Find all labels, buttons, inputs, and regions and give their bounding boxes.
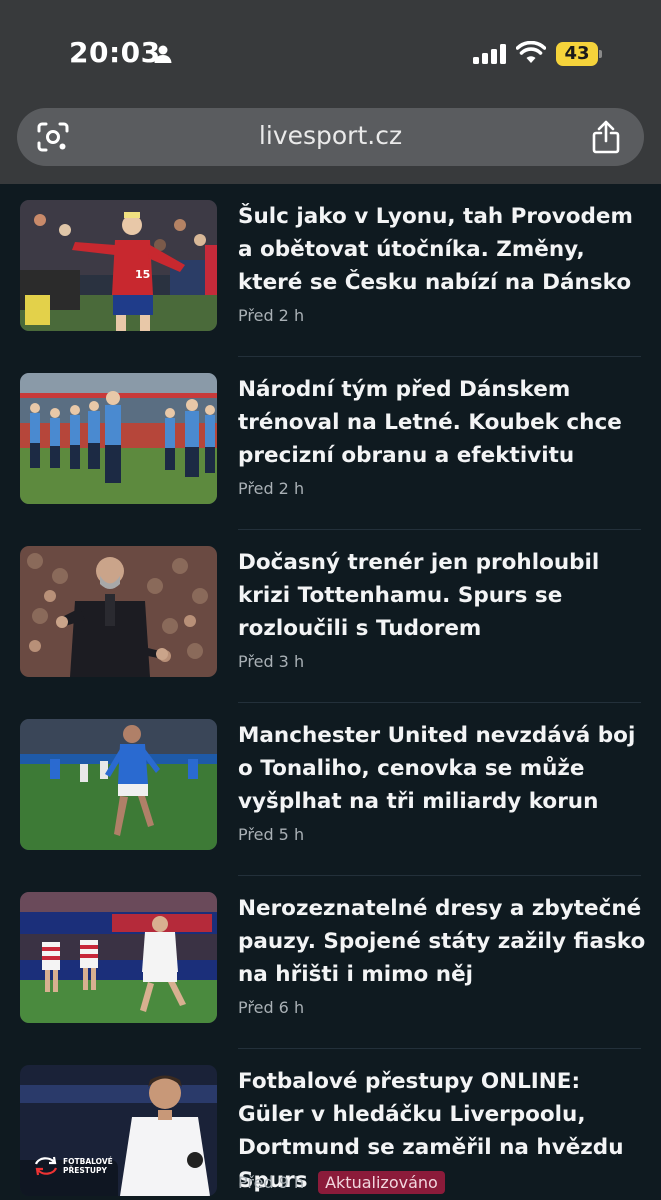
- article-item[interactable]: Národní tým před Dánskem trénoval na Let…: [0, 357, 661, 530]
- battery-tip: [599, 50, 602, 58]
- article-thumbnail[interactable]: [20, 373, 217, 504]
- article-meta: Před 2 h: [238, 479, 304, 498]
- article-meta: Před 3 h: [238, 652, 304, 671]
- person-icon: [154, 45, 172, 63]
- article-feed: 15 Šulc jako v Lyonu, tah Provodem a obě…: [0, 184, 661, 1200]
- wifi-icon: [516, 41, 546, 63]
- article-item[interactable]: Nerozeznatelné dresy a zbytečné pauzy. S…: [0, 876, 661, 1049]
- article-headline[interactable]: Nerozeznatelné dresy a zbytečné pauzy. S…: [238, 892, 648, 991]
- article-time: Před 9 h: [238, 1173, 305, 1192]
- article-time: Před 2 h: [238, 479, 305, 498]
- share-icon[interactable]: [591, 120, 621, 154]
- article-item[interactable]: Manchester United nevzdává boj o Tonalih…: [0, 703, 661, 876]
- article-meta: Před 5 h: [238, 825, 304, 844]
- article-item[interactable]: Dočasný trenér jen prohloubil krizi Tott…: [0, 530, 661, 703]
- article-headline[interactable]: Národní tým před Dánskem trénoval na Let…: [238, 373, 648, 472]
- article-time: Před 6 h: [238, 998, 305, 1017]
- team-training-image: [20, 373, 217, 504]
- thumbnail-logo-text: FOTBALOVÉ PŘESTUPY: [63, 1157, 113, 1175]
- article-meta: Před 9 h Aktualizováno: [238, 1171, 445, 1194]
- article-thumbnail[interactable]: 15: [20, 200, 217, 331]
- match-action-image: [20, 892, 217, 1023]
- article-meta: Před 2 h: [238, 306, 304, 325]
- article-thumbnail[interactable]: [20, 546, 217, 677]
- player-celebrating-image: 15: [20, 200, 217, 331]
- player-running-image: [20, 719, 217, 850]
- url-text[interactable]: livesport.cz: [17, 121, 644, 150]
- article-headline[interactable]: Šulc jako v Lyonu, tah Provodem a obětov…: [238, 200, 648, 299]
- transfer-arrows-icon: [34, 1156, 58, 1176]
- article-time: Před 3 h: [238, 652, 305, 671]
- coach-gesturing-image: [20, 546, 217, 677]
- article-thumbnail[interactable]: [20, 719, 217, 850]
- battery-level: 43: [556, 42, 598, 66]
- battery-indicator: 43: [556, 42, 602, 66]
- article-meta: Před 6 h: [238, 998, 304, 1017]
- address-bar[interactable]: livesport.cz: [17, 108, 644, 166]
- status-time: 20:03: [69, 36, 161, 69]
- article-thumbnail[interactable]: FOTBALOVÉ PŘESTUPY: [20, 1065, 217, 1196]
- svg-text:15: 15: [135, 268, 150, 281]
- article-headline[interactable]: Manchester United nevzdává boj o Tonalih…: [238, 719, 648, 818]
- article-item[interactable]: 15 Šulc jako v Lyonu, tah Provodem a obě…: [0, 184, 661, 357]
- article-thumbnail[interactable]: [20, 892, 217, 1023]
- article-time: Před 5 h: [238, 825, 305, 844]
- cellular-signal-icon: [473, 44, 506, 64]
- article-headline[interactable]: Dočasný trenér jen prohloubil krizi Tott…: [238, 546, 648, 645]
- article-time: Před 2 h: [238, 306, 305, 325]
- status-bar: 20:03 43: [0, 0, 661, 104]
- updated-badge: Aktualizováno: [318, 1171, 445, 1194]
- article-item[interactable]: FOTBALOVÉ PŘESTUPY Fotbalové přestupy ON…: [0, 1049, 661, 1200]
- browser-chrome: 20:03 43 livesport.cz: [0, 0, 661, 184]
